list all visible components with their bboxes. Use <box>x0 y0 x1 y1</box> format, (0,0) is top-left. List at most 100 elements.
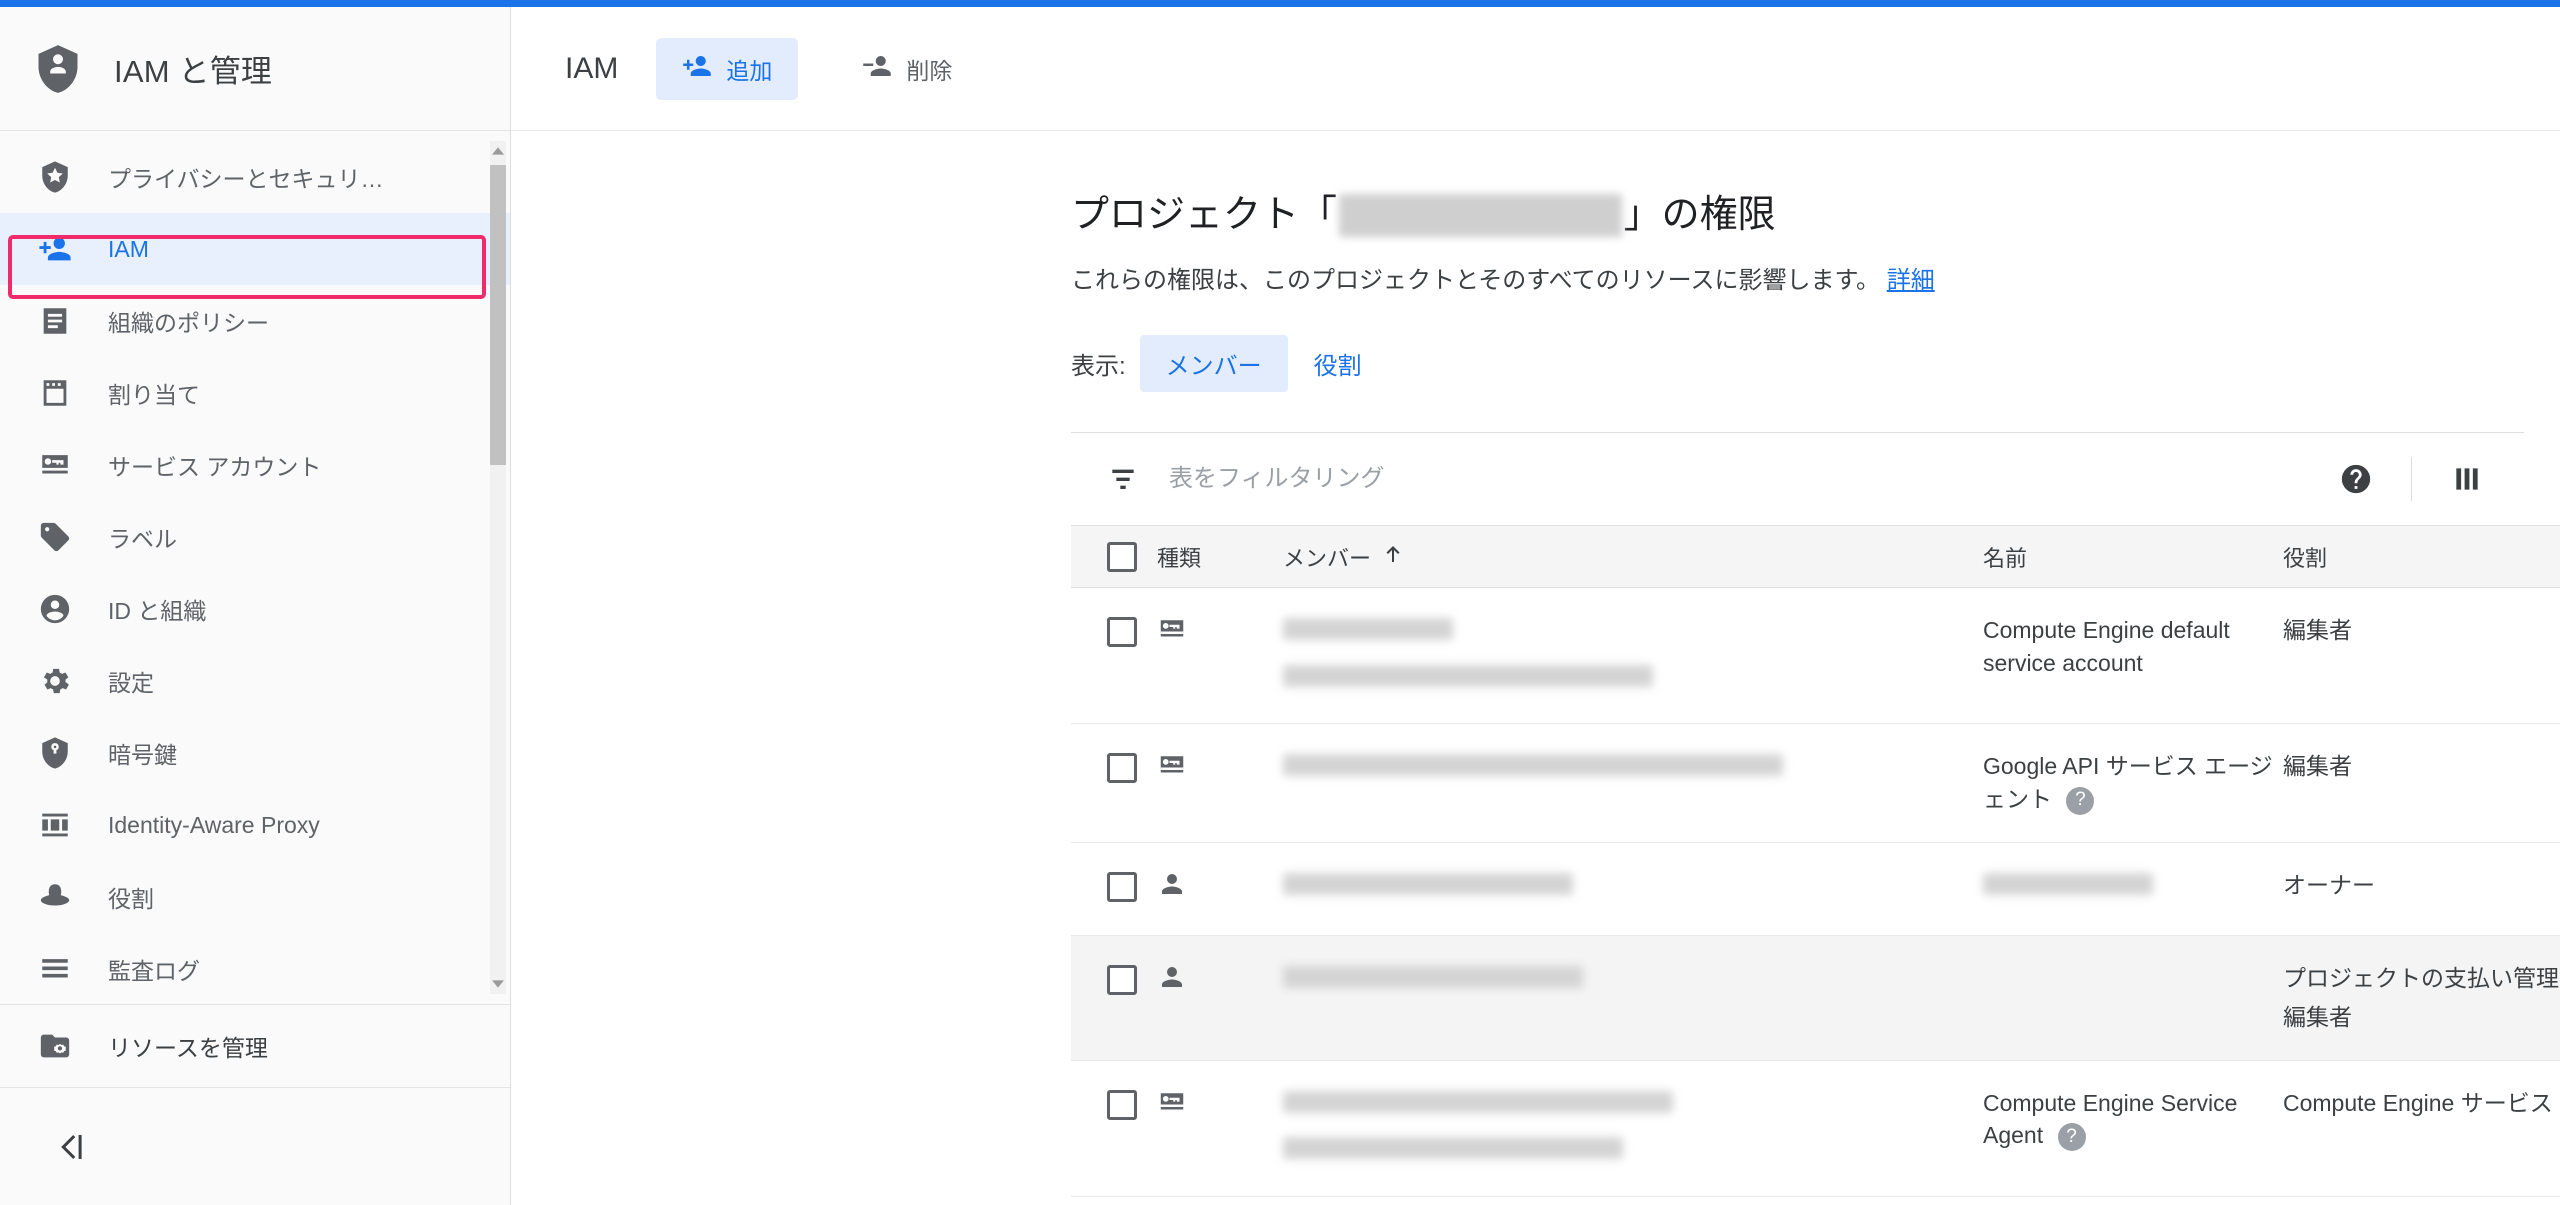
sidebar-item-settings[interactable]: 設定 <box>0 645 510 717</box>
sidebar-item-label: ID と組織 <box>108 598 207 624</box>
hat-icon <box>36 878 74 916</box>
header-kind[interactable]: 種類 <box>1157 525 1283 588</box>
row-name-cell: Compute Engine default service account <box>1983 587 2283 725</box>
header-select-all[interactable] <box>1071 525 1157 588</box>
role-value-secondary: 編集者 <box>2283 1003 2352 1030</box>
sidebar-item-label: ラベル <box>108 526 177 552</box>
sidebar-item-identity-aware-proxy[interactable]: Identity-Aware Proxy <box>0 789 510 861</box>
view-toggle-roles[interactable]: 役割 <box>1288 335 1388 392</box>
remove-member-button[interactable]: 削除 <box>836 38 978 100</box>
row-checkbox-cell[interactable] <box>1071 1060 1157 1197</box>
sidebar-item-iam[interactable]: IAM <box>0 213 510 285</box>
view-toggle-members[interactable]: メンバー <box>1139 335 1288 392</box>
role-value: Compute Engine サービス エージェント <box>2283 1089 2560 1116</box>
row-checkbox-cell[interactable] <box>1071 842 1157 937</box>
sidebar-item-audit-logs[interactable]: 監査ログ <box>0 933 510 1004</box>
person-add-icon <box>36 230 74 268</box>
scroll-down-arrow-icon[interactable] <box>490 974 506 994</box>
row-kind-user-icon <box>1157 935 1283 1061</box>
table-body: xxxx xxxx Compute Engine default service… <box>1071 587 2560 1197</box>
header-name[interactable]: 名前 <box>1983 525 2283 588</box>
row-checkbox[interactable] <box>1107 1089 1137 1120</box>
sidebar-item-org-policy[interactable]: 組織のポリシー <box>0 285 510 357</box>
row-role-cell: 編集者 <box>2283 723 2560 843</box>
scroll-up-arrow-icon[interactable] <box>490 141 506 161</box>
row-checkbox[interactable] <box>1107 965 1137 996</box>
sidebar-item-label: 設定 <box>108 670 154 696</box>
help-circle-icon[interactable]: ? <box>2066 786 2095 815</box>
help-circle-icon[interactable]: ? <box>2057 1123 2086 1152</box>
filter-table-input[interactable] <box>1169 465 2327 493</box>
sidebar-item-label: 暗号鍵 <box>108 742 177 768</box>
sidebar-scrollbar[interactable] <box>490 141 506 994</box>
sidebar-item-label: IAM <box>108 235 149 262</box>
sidebar-item-cryptographic-keys[interactable]: 暗号鍵 <box>0 717 510 789</box>
role-value: プロジェクトの支払い管理者 <box>2283 965 2560 992</box>
sidebar-item-identity-org[interactable]: ID と組織 <box>0 573 510 645</box>
quota-icon <box>36 374 74 412</box>
scrollbar-thumb[interactable] <box>490 165 506 465</box>
folder-gear-icon <box>36 1027 74 1065</box>
sidebar-item-label: 割り当て <box>108 382 200 408</box>
table-row[interactable]: xxxx Google API サービス エージェント ? 編集者 <box>1071 723 2560 843</box>
sidebar-item-service-accounts[interactable]: サービス アカウント <box>0 429 510 501</box>
row-checkbox-cell[interactable] <box>1071 723 1157 843</box>
shield-key-icon <box>36 734 74 772</box>
sidebar-collapse-area <box>0 1087 510 1205</box>
sidebar-item-quotas[interactable]: 割り当て <box>0 357 510 429</box>
account-circle-icon <box>36 590 74 628</box>
sidebar-nav-list: プライバシーとセキュリ… IAM 組織のポリシー 割り当て サービス アカウント… <box>0 131 510 1004</box>
columns-icon[interactable] <box>2438 450 2496 508</box>
row-role-cell: オーナー <box>2283 842 2560 937</box>
main-content: IAM 追加 削除 プロジェクト「 My Project 4983 」の権限 <box>511 7 2560 1205</box>
person-remove-icon <box>862 51 892 87</box>
row-checkbox[interactable] <box>1107 616 1137 647</box>
member-redacted: xxxx <box>1283 872 1573 895</box>
row-role-cell: Compute Engine サービス エージェント <box>2283 1060 2560 1197</box>
shield-icon <box>36 158 74 196</box>
sidebar-item-manage-resources[interactable]: リソースを管理 <box>0 1005 510 1087</box>
help-circle-icon[interactable] <box>2327 450 2385 508</box>
row-checkbox[interactable] <box>1107 753 1137 784</box>
table-header-row: 種類 メンバー 名前 役割 継承 <box>1071 525 2560 588</box>
row-checkbox[interactable] <box>1107 871 1137 902</box>
iap-icon <box>36 806 74 844</box>
sidebar-item-privacy-security[interactable]: プライバシーとセキュリ… <box>0 141 510 213</box>
member-redacted: xxxx <box>1283 1090 1673 1113</box>
row-name-cell <box>1983 935 2283 1061</box>
add-member-button[interactable]: 追加 <box>656 37 799 100</box>
policy-list-icon <box>36 302 74 340</box>
table-row[interactable]: xxxx xxxx Compute Engine Service Agent ?… <box>1071 1060 2560 1197</box>
remove-member-label: 削除 <box>906 57 953 84</box>
list-lines-icon <box>36 950 74 988</box>
role-value: 編集者 <box>2283 617 2352 643</box>
table-row[interactable]: xxxx xxxx オーナー <box>1071 842 2560 937</box>
row-member-cell: xxxx xxxx <box>1283 1060 1983 1197</box>
filter-actions <box>2327 450 2496 508</box>
view-toggle-label: 表示: <box>1071 353 1126 380</box>
shield-person-icon <box>32 41 84 97</box>
sidebar-item-label: Identity-Aware Proxy <box>108 811 320 838</box>
row-member-cell: xxxx <box>1283 723 1983 843</box>
row-checkbox-cell[interactable] <box>1071 935 1157 1061</box>
table-row[interactable]: xxxx xxxx Compute Engine default service… <box>1071 587 2560 725</box>
table-row[interactable]: xxxx プロジェクトの支払い管理者 編集者 <box>1071 935 2560 1061</box>
header-member[interactable]: メンバー <box>1283 525 1983 588</box>
learn-more-link[interactable]: 詳細 <box>1887 267 1935 294</box>
select-all-checkbox[interactable] <box>1107 541 1137 572</box>
row-member-cell: xxxx <box>1283 935 1983 1061</box>
row-checkbox-cell[interactable] <box>1071 587 1157 725</box>
page-title-prefix: プロジェクト「 <box>1071 194 1338 236</box>
row-name-cell: Compute Engine Service Agent ? <box>1983 1060 2283 1197</box>
row-role-cell: 編集者 <box>2283 587 2560 725</box>
sidebar-item-roles[interactable]: 役割 <box>0 861 510 933</box>
page-description: これらの権限は、このプロジェクトとそのすべてのリソースに影響します。 詳細 <box>1071 260 2560 295</box>
sidebar-item-labels[interactable]: ラベル <box>0 501 510 573</box>
sidebar-footer: リソースを管理 <box>0 1005 510 1087</box>
content-area: プロジェクト「 My Project 4983 」の権限 これらの権限は、このプ… <box>511 131 2560 1205</box>
header-role[interactable]: 役割 <box>2283 525 2560 588</box>
row-role-cell: プロジェクトの支払い管理者 編集者 <box>2283 935 2560 1061</box>
filter-icon[interactable] <box>1107 463 1147 495</box>
gear-icon <box>36 662 74 700</box>
collapse-sidebar-icon[interactable] <box>46 1124 92 1170</box>
